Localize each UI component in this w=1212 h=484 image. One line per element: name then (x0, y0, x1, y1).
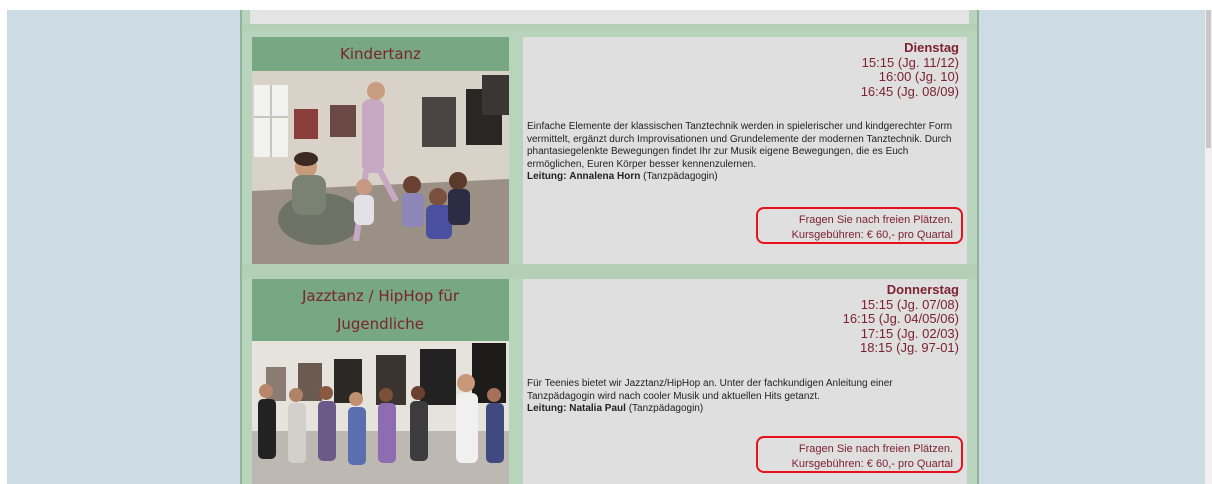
lead-name: Natalia Paul (569, 403, 626, 414)
vertical-scrollbar[interactable] (1205, 10, 1212, 484)
lead-role: (Tanzpädagogin) (628, 403, 704, 414)
content-column: Kindertanz Dienstag 15:15 (Jg. 11/12) 16… (240, 10, 979, 484)
schedule-time: 15:15 (Jg. 11/12) (861, 54, 959, 70)
course-fee: Kursgebühren: € 60,- pro Quartal (791, 229, 953, 241)
description-text: Einfache Elemente der klassischen Tanzte… (527, 121, 953, 170)
jazztanz-photo (252, 341, 509, 484)
schedule-kindertanz: Dienstag 15:15 (Jg. 11/12) 16:00 (Jg. 10… (860, 40, 959, 99)
course-info-jazztanz: Donnerstag 15:15 (Jg. 07/08) 16:15 (Jg. … (523, 279, 967, 484)
lead-label: Leitung: (527, 171, 567, 182)
schedule-day: Dienstag (904, 40, 959, 55)
section-divider (242, 24, 977, 31)
course-description-jazztanz: Für Teenies bietet wir Jazztanz/HipHop a… (527, 378, 959, 416)
lead-role: (Tanzpädagogin) (643, 171, 718, 182)
course-title-jazztanz: Jazztanz / HipHop für Jugendliche (252, 279, 509, 341)
scrollbar-thumb[interactable] (1206, 10, 1211, 148)
availability-note: Fragen Sie nach freien Plätzen. (798, 443, 953, 455)
schedule-time: 18:15 (Jg. 97-01) (859, 340, 959, 355)
course-info-kindertanz: Dienstag 15:15 (Jg. 11/12) 16:00 (Jg. 10… (523, 37, 967, 264)
schedule-time: 15:15 (Jg. 07/08) (860, 296, 959, 312)
kindertanz-photo (252, 71, 509, 264)
schedule-day: Donnerstag (886, 282, 959, 297)
course-description-kindertanz: Einfache Elemente der klassischen Tanzte… (527, 121, 959, 184)
section-divider (242, 264, 977, 279)
schedule-time: 16:15 (Jg. 04/05/06) (842, 311, 959, 326)
browser-viewport: Kindertanz Dienstag 15:15 (Jg. 11/12) 16… (7, 10, 1205, 484)
course-title-kindertanz: Kindertanz (252, 37, 509, 71)
lead-name: Annalena Horn (569, 171, 641, 182)
schedule-time: 16:45 (Jg. 08/09) (860, 83, 959, 99)
previous-section-box (250, 10, 969, 24)
fee-highlight-box: Fragen Sie nach freien Plätzen. Kursgebü… (756, 207, 963, 244)
schedule-time: 17:15 (Jg. 02/03) (860, 325, 959, 341)
availability-note: Fragen Sie nach freien Plätzen. (798, 214, 953, 226)
description-text: Für Teenies bietet wir Jazztanz/HipHop a… (527, 378, 893, 402)
lead-label: Leitung: (527, 403, 567, 414)
schedule-jazztanz: Donnerstag 15:15 (Jg. 07/08) 16:15 (Jg. … (842, 282, 959, 356)
schedule-time: 16:00 (Jg. 10) (878, 69, 959, 84)
fee-highlight-box: Fragen Sie nach freien Plätzen. Kursgebü… (756, 436, 963, 473)
course-fee: Kursgebühren: € 60,- pro Quartal (791, 458, 953, 470)
